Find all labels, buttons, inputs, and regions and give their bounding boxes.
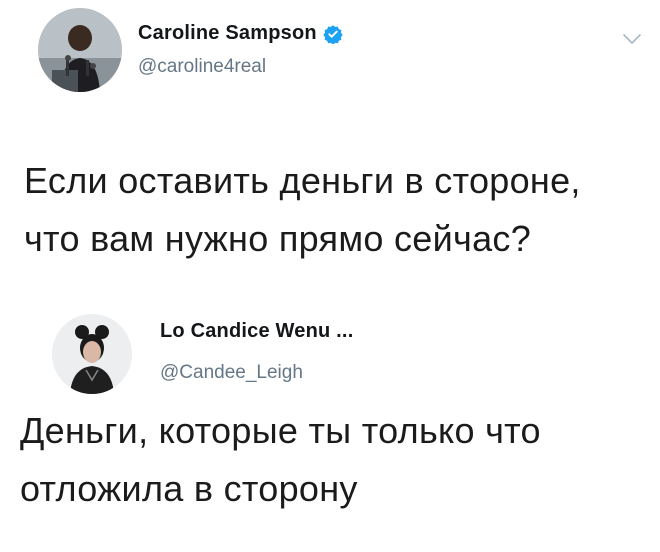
tweet-caroline: Caroline Sampson @caroline4real Если ост…	[0, 0, 660, 290]
author-handle[interactable]: @caroline4real	[138, 56, 266, 78]
author-name-row: Lo Candice Wenu ...	[160, 320, 353, 343]
tweet-text: Деньги, которые ты только что отложила в…	[20, 402, 640, 518]
tweet-text-line: отложила в сторону	[20, 468, 358, 509]
tweet-text-line: что вам нужно прямо сейчас?	[24, 218, 532, 259]
author-handle[interactable]: @Candee_Leigh	[160, 362, 303, 384]
author-name[interactable]: Lo Candice Wenu ...	[160, 320, 353, 343]
profile-photo	[38, 8, 122, 92]
tweet-text-line: Если оставить деньги в стороне,	[24, 160, 581, 201]
tweet-text-line: Деньги, которые ты только что	[20, 410, 541, 451]
verified-badge-icon	[323, 24, 343, 44]
chevron-down-icon[interactable]	[620, 30, 644, 48]
author-name[interactable]: Caroline Sampson	[138, 22, 317, 45]
author-name-row: Caroline Sampson	[138, 22, 343, 45]
avatar[interactable]	[38, 8, 122, 92]
profile-photo	[52, 314, 132, 394]
tweet-text: Если оставить деньги в стороне, что вам …	[24, 152, 644, 268]
avatar[interactable]	[52, 314, 132, 394]
